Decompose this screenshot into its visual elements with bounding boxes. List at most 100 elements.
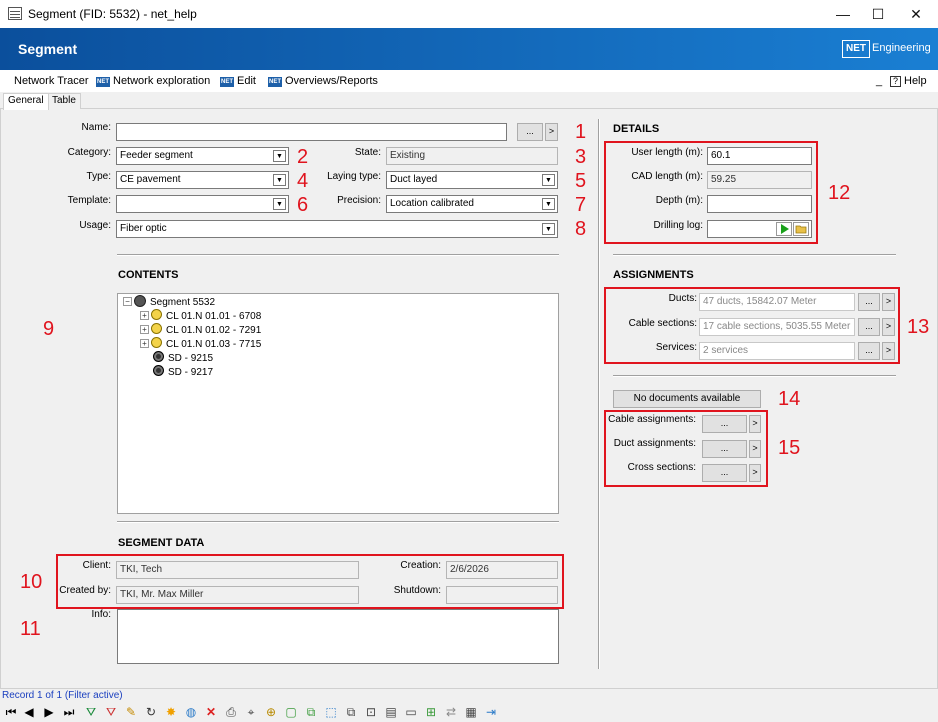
callout-box-assignments (604, 287, 900, 364)
state-field: Existing (386, 147, 558, 165)
type-value: CE pavement (120, 174, 181, 185)
precision-label: Precision: (337, 195, 381, 206)
expand-icon[interactable]: + (140, 325, 149, 334)
tree-node-cable[interactable]: + CL 01.N 01.02 - 7291 (140, 323, 261, 337)
separator (117, 521, 559, 523)
template-label: Template: (67, 195, 111, 206)
callout-number: 2 (297, 146, 309, 168)
connect-icon[interactable]: ⇄ (444, 705, 458, 719)
net-logo: NET (842, 40, 870, 58)
contents-tree[interactable]: − Segment 5532 + CL 01.N 01.01 - 6708 + CL … (117, 293, 559, 514)
tree-node-splice[interactable]: SD - 9215 (153, 351, 213, 365)
next-record-icon[interactable]: ▶ (42, 705, 56, 719)
no-documents-button[interactable]: No documents available (613, 390, 761, 408)
type-select[interactable]: CE pavement ▼ (116, 171, 289, 189)
select-icon[interactable]: ⌖ (244, 705, 258, 719)
selection-box-icon[interactable]: ⬚ (324, 705, 338, 719)
menu-bar: Network Tracer NET Network exploration NE… (0, 70, 938, 92)
menu-dash[interactable]: _ (876, 74, 882, 88)
delete-icon[interactable]: ✕ (204, 705, 218, 719)
tree-node-segment[interactable]: − Segment 5532 (123, 295, 215, 309)
export-icon[interactable]: ⊞ (424, 705, 438, 719)
callout-number: 9 (43, 318, 55, 340)
cable-icon (151, 323, 162, 334)
menu-overviews-reports[interactable]: NET Overviews/Reports (268, 74, 378, 88)
callout-number: 10 (20, 571, 43, 593)
maximize-button[interactable]: ☐ (861, 3, 895, 25)
close-button[interactable]: ✕ (899, 3, 933, 25)
assignments-title: ASSIGNMENTS (613, 269, 694, 281)
remove-filter-icon[interactable]: ⛛ (104, 705, 118, 719)
info-label: Info: (91, 609, 111, 620)
tree-node-cable[interactable]: + CL 01.N 01.01 - 6708 (140, 309, 261, 323)
shape-icon[interactable]: ▢ (284, 705, 298, 719)
category-value: Feeder segment (120, 150, 193, 161)
net-icon: NET (96, 77, 110, 87)
last-record-icon[interactable]: ⏭ (62, 705, 76, 719)
callout-number: 11 (20, 618, 41, 640)
name-browse-button[interactable]: ... (517, 123, 543, 141)
chevron-down-icon: ▼ (273, 150, 286, 162)
category-select[interactable]: Feeder segment ▼ (116, 147, 289, 165)
zoom-icon[interactable]: ⊕ (264, 705, 278, 719)
tree-node-splice[interactable]: SD - 9217 (153, 365, 213, 379)
menu-label: Network exploration (113, 75, 211, 87)
callout-number: 12 (828, 182, 851, 204)
callout-number: 14 (778, 388, 801, 410)
copy-shape-icon[interactable]: ⧉ (304, 705, 318, 719)
menu-network-exploration[interactable]: NET Network exploration (96, 74, 210, 88)
chevron-down-icon: ▼ (273, 174, 286, 186)
chevron-down-icon: ▼ (542, 174, 555, 186)
minimize-button[interactable]: — (826, 3, 860, 25)
expand-icon[interactable]: + (140, 311, 149, 320)
refresh-icon[interactable]: ↻ (144, 705, 158, 719)
laying-type-value: Duct layed (390, 174, 438, 185)
collapse-icon[interactable]: − (123, 297, 132, 306)
menu-help[interactable]: ? Help (890, 74, 927, 88)
globe-icon[interactable]: ◍ (184, 705, 198, 719)
menu-label: Overviews/Reports (285, 75, 378, 87)
exit-icon[interactable]: ⇥ (484, 705, 498, 719)
first-record-icon[interactable]: ⏮ (4, 705, 18, 719)
precision-select[interactable]: Location calibrated ▼ (386, 195, 558, 213)
tab-general[interactable]: General (3, 93, 49, 110)
name-nav-button[interactable]: > (545, 123, 558, 141)
contents-title: CONTENTS (118, 269, 179, 281)
print-icon[interactable]: ⎙ (224, 705, 238, 719)
tab-table[interactable]: Table (47, 93, 81, 109)
usage-value: Fiber optic (120, 223, 167, 234)
info-textarea[interactable] (117, 609, 559, 664)
usage-select[interactable]: Fiber optic ▼ (116, 220, 558, 238)
expand-icon[interactable]: + (140, 339, 149, 348)
brand-label: Engineering (872, 42, 931, 54)
tree-node-cable[interactable]: + CL 01.N 01.03 - 7715 (140, 337, 261, 351)
previous-record-icon[interactable]: ◀ (22, 705, 36, 719)
document-icon[interactable]: ▤ (384, 705, 398, 719)
page-header: Segment NET Engineering (0, 28, 938, 70)
new-star-icon[interactable]: ✸ (164, 705, 178, 719)
callout-number: 3 (575, 146, 587, 168)
add-filter-icon[interactable]: ⛛ (84, 705, 98, 719)
duplicate-icon[interactable]: ⧉ (344, 705, 358, 719)
page-icon[interactable]: ▭ (404, 705, 418, 719)
tree-node-label: SD - 9215 (168, 353, 214, 364)
separator (613, 375, 896, 377)
template-select[interactable]: ▼ (116, 195, 289, 213)
chevron-down-icon: ▼ (542, 198, 555, 210)
category-label: Category: (67, 147, 111, 158)
table-icon[interactable]: ▦ (464, 705, 478, 719)
new-item-icon[interactable]: ⊡ (364, 705, 378, 719)
menu-edit[interactable]: NET Edit (220, 74, 256, 88)
edit-pencil-icon[interactable]: ✎ (124, 705, 138, 719)
callout-number: 4 (297, 170, 309, 192)
cable-icon (151, 337, 162, 348)
menu-network-tracer[interactable]: Network Tracer (14, 74, 89, 88)
laying-type-select[interactable]: Duct layed ▼ (386, 171, 558, 189)
callout-number: 6 (297, 194, 309, 216)
name-input[interactable] (116, 123, 507, 141)
menu-label: Network Tracer (14, 75, 89, 87)
segment-data-title: SEGMENT DATA (118, 537, 205, 549)
window-titlebar: Segment (FID: 5532) - net_help — ☐ ✕ (0, 0, 938, 28)
callout-number: 5 (575, 170, 587, 192)
tab-bar: General Table (0, 92, 938, 110)
